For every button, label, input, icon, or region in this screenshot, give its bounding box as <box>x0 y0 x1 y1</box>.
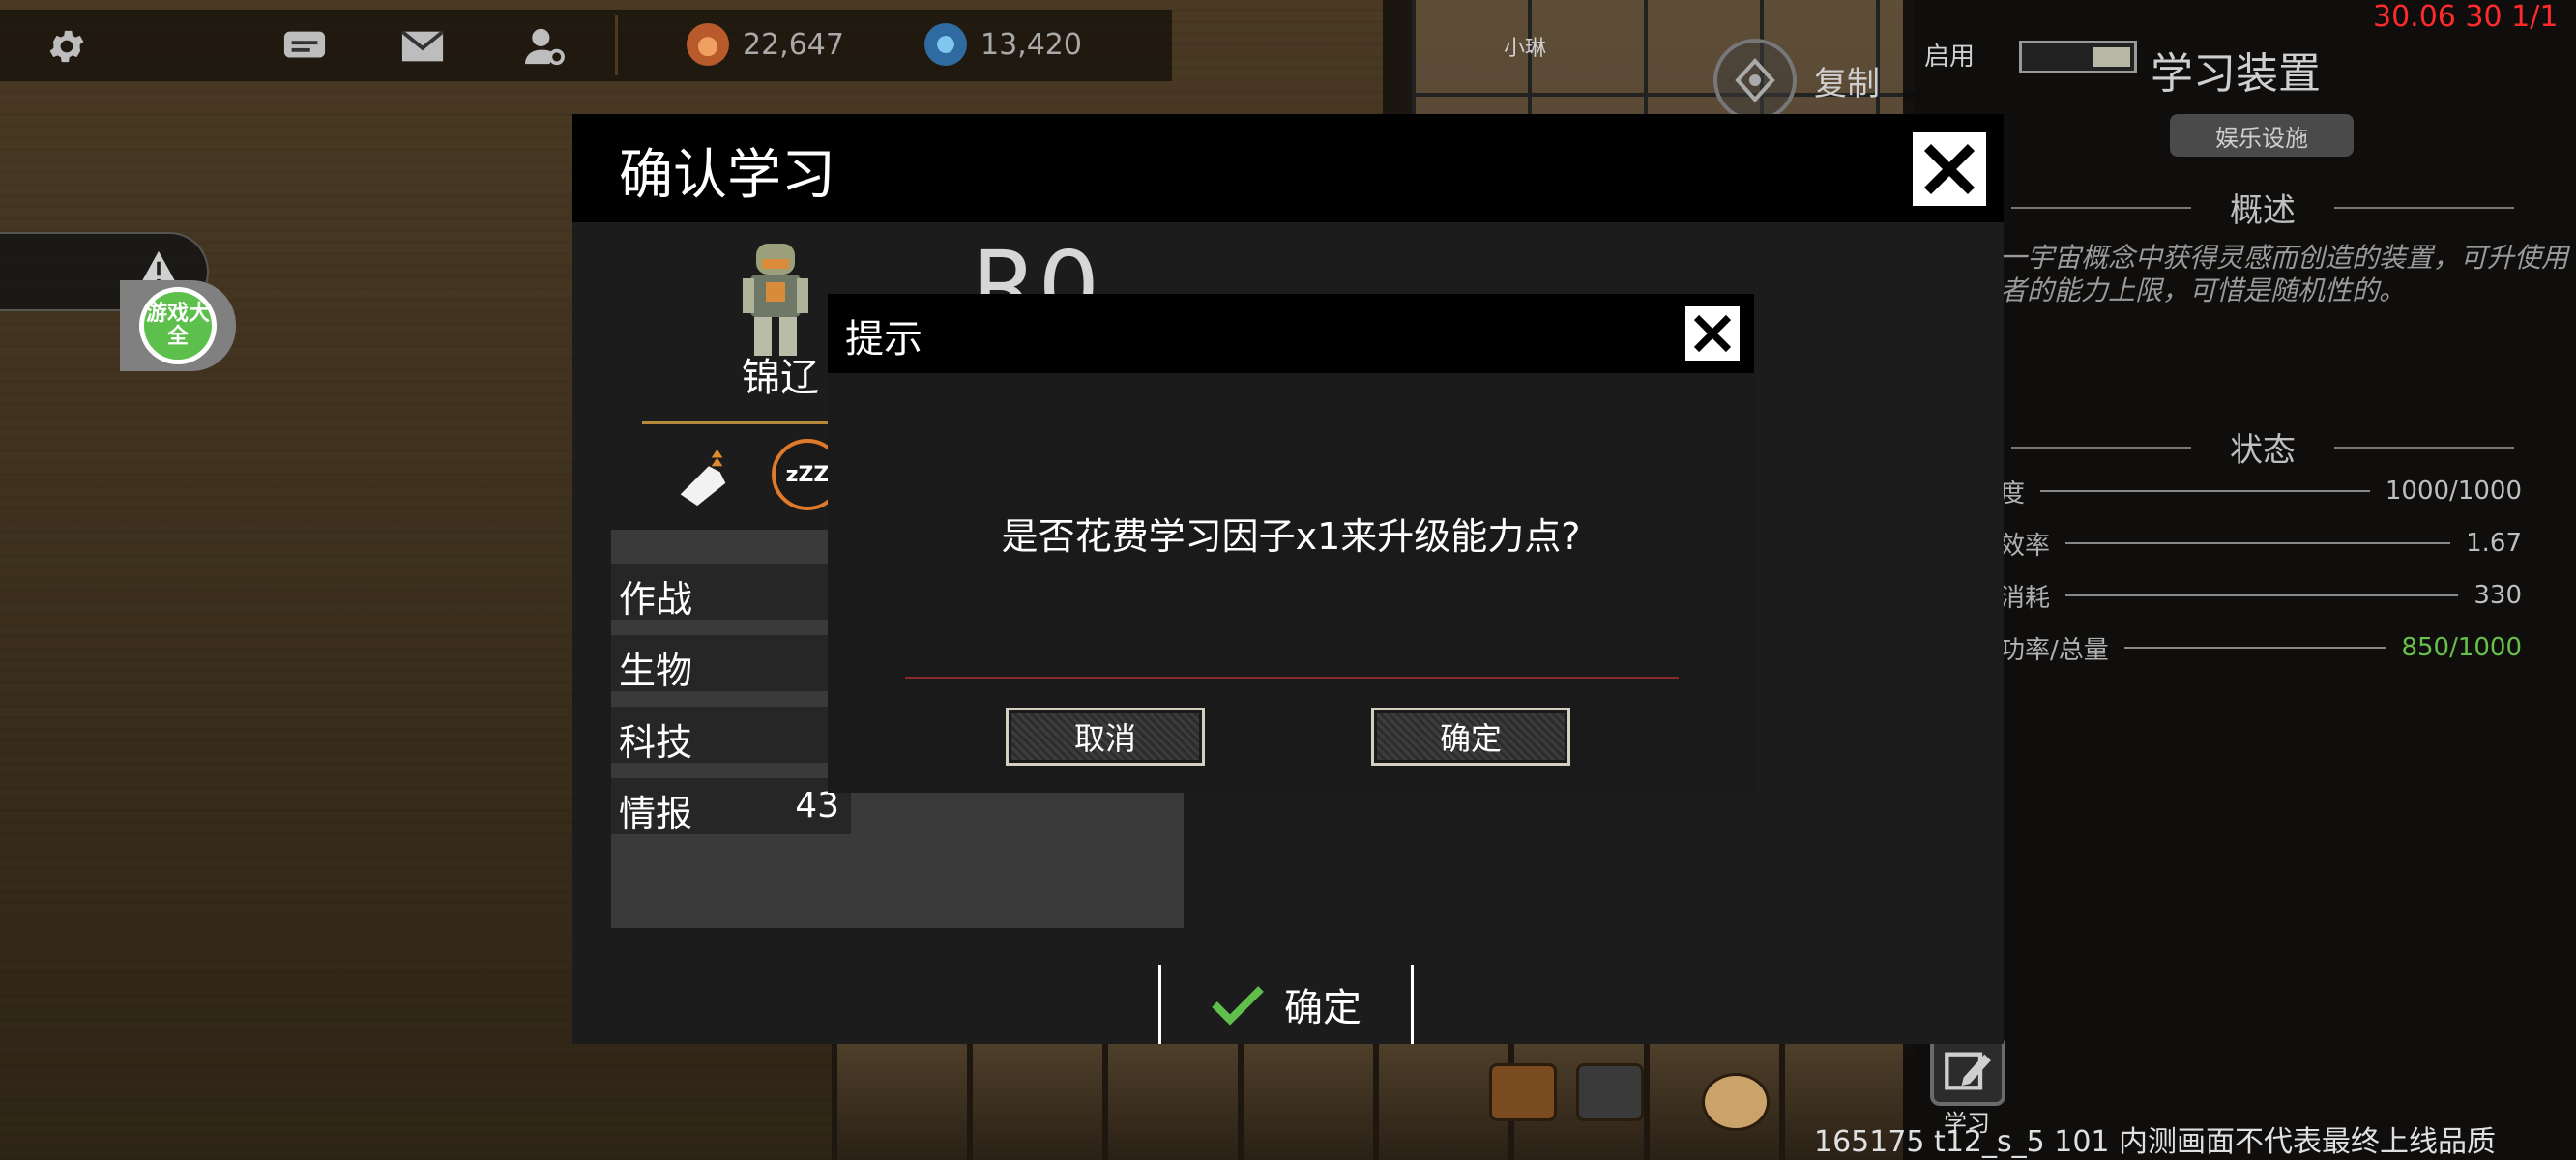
hint-close-button[interactable] <box>1683 304 1742 363</box>
status-heading-text: 状态 <box>2230 431 2296 470</box>
toggle-knob <box>2093 47 2130 67</box>
hint-header: 提示 <box>828 294 1754 373</box>
blue-gem-icon <box>924 23 967 66</box>
stat-value: 1.67 <box>2466 529 2522 558</box>
bullet-upgrade-icon <box>680 449 726 507</box>
attribute-row: 作战 <box>611 564 851 621</box>
attribute-label: 情报 <box>619 793 693 835</box>
stat-row: 效率 1.67 <box>2000 524 2522 563</box>
hint-divider <box>905 677 1679 679</box>
overview-heading-text: 概述 <box>2230 191 2296 230</box>
games-hub-button[interactable]: 游戏大全 <box>120 280 236 371</box>
settings-button[interactable] <box>44 27 89 66</box>
close-icon <box>1923 143 1976 195</box>
attribute-label: 生物 <box>619 650 693 692</box>
blue-resource: 13,420 <box>924 23 1082 66</box>
attribute-row: 情报 43 <box>611 778 851 835</box>
stat-value: 1000/1000 <box>2385 477 2522 506</box>
stove-item <box>1489 1063 1557 1121</box>
mail-icon <box>400 30 445 62</box>
stat-row: 度 1000/1000 <box>2000 472 2522 510</box>
mail-button[interactable] <box>400 27 445 66</box>
blue-amount: 13,420 <box>981 27 1082 62</box>
close-icon <box>1693 314 1732 353</box>
overview-heading: 概述 <box>2011 184 2514 231</box>
stat-label: 效率 <box>2000 531 2051 561</box>
copy-button[interactable]: 复制 <box>1713 39 1880 122</box>
hint-message: 是否花费学习因子x1来升级能力点? <box>1001 515 1581 558</box>
attribute-row: 科技 <box>611 707 851 764</box>
stat-value: 330 <box>2474 581 2522 610</box>
stat-row: 消耗 330 <box>2000 576 2522 615</box>
room-label: 小琳 <box>1504 37 1547 61</box>
enable-toggle[interactable] <box>2019 41 2137 73</box>
attribute-label: 作战 <box>619 578 693 621</box>
attribute-row: 生物 <box>611 635 851 692</box>
status-heading: 状态 <box>2011 423 2514 471</box>
facility-description: 一宇宙概念中获得灵感而创造的装置，可升使用者的能力上限，可惜是随机性的。 <box>2000 242 2569 306</box>
facility-category-tag: 娱乐设施 <box>2170 114 2354 157</box>
gold-coin-icon <box>687 23 729 66</box>
gold-resource: 22,647 <box>687 23 844 66</box>
debug-fps-readout: 30.06 30 1/1 <box>2373 0 2559 34</box>
cancel-button[interactable]: 取消 <box>1006 708 1205 766</box>
copy-icon <box>1713 39 1797 122</box>
confirm-label: 确定 <box>1284 986 1361 1030</box>
copy-label: 复制 <box>1814 64 1880 103</box>
attribute-label: 科技 <box>619 721 693 764</box>
facility-title: 学习装置 <box>2151 49 2321 99</box>
dialog-header: 确认学习 <box>572 114 2004 222</box>
stat-label: 功率/总量 <box>2000 635 2109 665</box>
stat-row: 功率/总量 850/1000 <box>2000 628 2522 667</box>
chat-icon <box>283 31 326 58</box>
hud-divider <box>615 15 618 75</box>
build-info-footer: 165175 t12_s_5 101 内测画面不代表最终上线品质 <box>1814 1125 2497 1159</box>
edit-icon <box>1945 1052 1991 1090</box>
stat-value-power: 850/1000 <box>2401 633 2522 662</box>
checkmark-icon <box>1212 986 1264 1026</box>
confirm-learn-button[interactable]: 确定 <box>1158 965 1414 1044</box>
learn-button[interactable] <box>1930 1036 2005 1106</box>
enable-label: 启用 <box>1924 43 1976 72</box>
stat-label: 消耗 <box>2000 583 2051 613</box>
dialog-title: 确认学习 <box>619 144 835 207</box>
gold-amount: 22,647 <box>743 27 844 62</box>
gear-icon <box>49 30 84 63</box>
character-name: 锦辽 <box>742 356 819 400</box>
chat-button[interactable] <box>282 27 327 66</box>
stove-burner-item <box>1576 1063 1644 1121</box>
hint-title: 提示 <box>845 317 922 362</box>
food-bowl-item <box>1702 1073 1770 1131</box>
user-settings-icon <box>525 28 565 66</box>
hint-dialog: 提示 是否花费学习因子x1来升级能力点? 取消 确定 <box>828 294 1754 793</box>
close-button[interactable] <box>1910 130 1989 209</box>
top-hud: 22,647 13,420 <box>0 10 1172 81</box>
games-hub-label: 游戏大全 <box>139 287 217 364</box>
ok-button[interactable]: 确定 <box>1371 708 1570 766</box>
friends-button[interactable] <box>522 27 567 66</box>
